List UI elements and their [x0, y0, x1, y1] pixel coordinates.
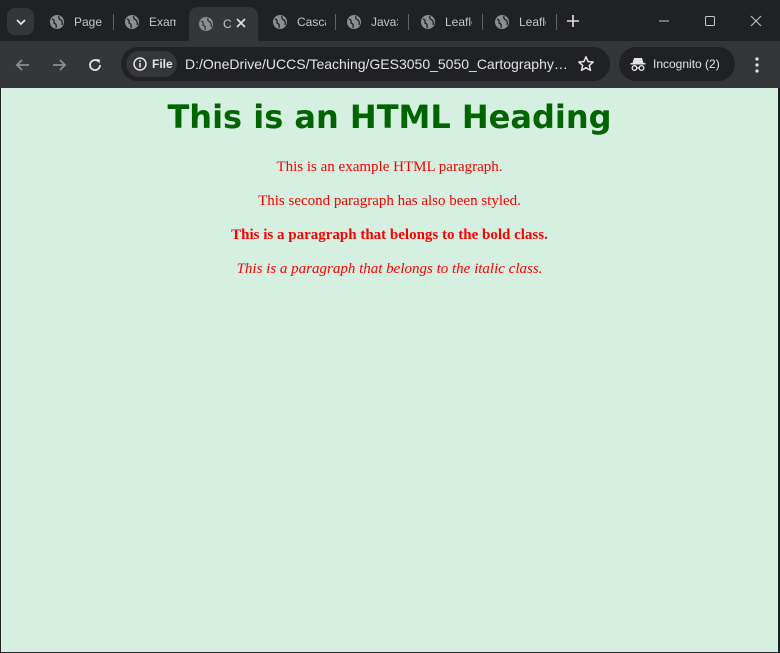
tab-title: C — [223, 17, 231, 31]
tab-divider — [335, 14, 336, 30]
tab-divider — [482, 14, 483, 30]
tab-leaflet-2[interactable]: Leafle — [494, 7, 546, 37]
italic-class-paragraph: This is a paragraph that belongs to the … — [236, 261, 543, 277]
minimize-button[interactable] — [651, 8, 677, 34]
star-icon — [578, 56, 594, 72]
kebab-menu-icon — [755, 57, 759, 73]
tab-title: Leafle — [519, 15, 546, 29]
globe-icon — [199, 17, 213, 31]
incognito-icon — [630, 58, 646, 71]
page-viewport: This is an HTML Heading This is an examp… — [1, 88, 778, 652]
tab-title: Page — [74, 15, 103, 29]
forward-button[interactable] — [46, 52, 72, 78]
arrow-right-icon — [53, 59, 67, 71]
site-info-chip[interactable]: File — [126, 51, 177, 77]
tab-javascript[interactable]: JavaS — [346, 7, 398, 37]
globe-icon — [50, 15, 64, 29]
plus-icon — [567, 15, 579, 27]
tab-title: Exam — [149, 15, 176, 29]
browser-toolbar: File D:/OneDrive/UCCS/Teaching/GES3050_5… — [0, 41, 780, 88]
reload-button[interactable] — [82, 52, 108, 78]
page-heading: This is an HTML Heading — [167, 98, 612, 136]
tab-leaflet-1[interactable]: Leafle — [420, 7, 472, 37]
globe-icon — [421, 15, 435, 29]
tab-search-button[interactable] — [7, 8, 34, 35]
close-tab-button[interactable] — [233, 15, 249, 31]
second-paragraph: This second paragraph has also been styl… — [258, 193, 521, 209]
tab-cascading[interactable]: Casca — [272, 7, 326, 37]
maximize-button[interactable] — [697, 8, 723, 34]
tab-example[interactable]: Exam — [124, 7, 176, 37]
globe-icon — [273, 15, 287, 29]
arrow-left-icon — [15, 59, 29, 71]
bookmark-button[interactable] — [576, 54, 596, 74]
tab-divider — [408, 14, 409, 30]
incognito-button[interactable]: Incognito (2) — [619, 47, 735, 81]
browser-menu-button[interactable] — [745, 52, 769, 78]
globe-icon — [125, 15, 139, 29]
example-paragraph: This is an example HTML paragraph. — [276, 159, 503, 175]
bold-class-paragraph: This is a paragraph that belongs to the … — [231, 227, 548, 243]
incognito-label: Incognito (2) — [653, 57, 720, 71]
reload-icon — [89, 59, 101, 71]
new-tab-button[interactable] — [563, 11, 583, 31]
globe-icon — [347, 15, 361, 29]
close-icon — [750, 15, 762, 27]
tab-current[interactable]: C — [189, 7, 258, 41]
address-bar[interactable]: File D:/OneDrive/UCCS/Teaching/GES3050_5… — [121, 47, 610, 81]
tab-strip: Page Exam C Casca JavaS Leafle Leafle — [0, 0, 780, 41]
tab-divider — [556, 14, 557, 30]
close-window-button[interactable] — [743, 8, 769, 34]
back-button[interactable] — [10, 52, 36, 78]
tab-title: Leafle — [445, 15, 472, 29]
globe-icon — [495, 15, 509, 29]
close-icon — [236, 18, 246, 28]
tab-divider — [113, 14, 114, 30]
site-info-label: File — [152, 57, 173, 71]
tab-page[interactable]: Page — [49, 7, 105, 37]
maximize-icon — [705, 16, 715, 26]
tab-title: Casca — [297, 15, 326, 29]
tab-title: JavaS — [371, 15, 398, 29]
url-text[interactable]: D:/OneDrive/UCCS/Teaching/GES3050_5050_C… — [185, 56, 570, 72]
chevron-down-icon — [15, 18, 26, 25]
info-icon — [133, 57, 147, 71]
minimize-icon — [659, 20, 669, 22]
